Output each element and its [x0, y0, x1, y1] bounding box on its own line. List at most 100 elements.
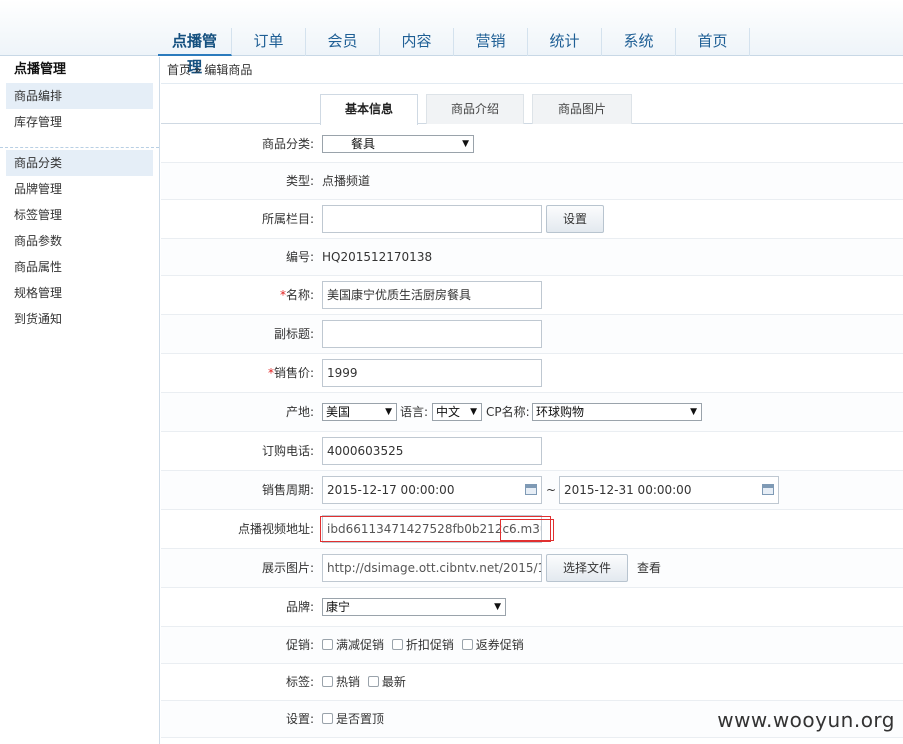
row-tags: 标签: 热销 最新	[161, 664, 903, 701]
row-name: *名称: 美国康宁优质生活厨房餐具	[161, 276, 903, 315]
row-subtitle: 副标题:	[161, 315, 903, 354]
sidebar-title: 点播管理	[14, 62, 67, 77]
chevron-down-icon: ▼	[470, 407, 477, 417]
nav-tab-system[interactable]: 系统	[602, 28, 676, 56]
name-input[interactable]: 美国康宁优质生活厨房餐具	[322, 281, 542, 309]
sidebar-item-specs[interactable]: 规格管理	[0, 280, 159, 306]
row-type: 类型: 点播频道	[161, 163, 903, 200]
price-input[interactable]: 1999	[322, 359, 542, 387]
form-tabs: 基本信息 商品介绍 商品图片	[161, 84, 903, 125]
sidebar-item-brand[interactable]: 品牌管理	[0, 176, 159, 202]
row-promo: 促销: 满减促销 折扣促销 返券促销	[161, 627, 903, 664]
promo-option[interactable]: 折扣促销	[391, 638, 454, 652]
phone-input[interactable]: 4000603525	[322, 437, 542, 465]
origin-select[interactable]: 美国 ▼	[322, 403, 397, 421]
price-label: *销售价:	[267, 366, 314, 380]
category-label: 商品分类:	[261, 137, 314, 151]
watermark: www.wooyun.org	[717, 708, 895, 732]
sidebar-item-params[interactable]: 商品参数	[0, 228, 159, 254]
chevron-down-icon: ▼	[690, 407, 697, 417]
choose-file-button[interactable]: 选择文件	[546, 554, 628, 582]
sidebar-item-arrival-notice[interactable]: 到货通知	[0, 306, 159, 332]
chevron-down-icon: ▼	[385, 407, 392, 417]
tab-basic-info[interactable]: 基本信息	[320, 94, 418, 125]
top-nav: 点播管理 订单 会员 内容 营销 统计 系统 首页	[0, 0, 903, 76]
subtitle-input[interactable]	[322, 320, 542, 348]
column-input[interactable]	[322, 205, 542, 233]
sidebar-item-category[interactable]: 商品分类	[6, 150, 153, 176]
period-tilde: ~	[546, 483, 557, 497]
top-nav-tabs: 点播管理 订单 会员 内容 营销 统计 系统 首页	[158, 28, 750, 76]
image-label: 展示图片:	[261, 561, 314, 575]
sidebar-item-inventory[interactable]: 库存管理	[0, 109, 159, 135]
breadcrumb-current: 编辑商品	[204, 63, 253, 77]
row-price: *销售价: 1999	[161, 354, 903, 393]
view-link[interactable]: 查看	[637, 549, 661, 587]
row-image: 展示图片: http://dsimage.ott.cibntv.net/2015…	[161, 549, 903, 588]
cp-name-select[interactable]: 环球购物 ▼	[532, 403, 702, 421]
nav-tab-stats[interactable]: 统计	[528, 28, 602, 56]
checkbox[interactable]	[322, 713, 333, 724]
checkbox[interactable]	[367, 676, 379, 687]
promo-option[interactable]: 返券促销	[461, 638, 524, 652]
brand-label: 品牌:	[285, 600, 314, 614]
origin-label: 产地:	[285, 405, 314, 419]
code-value: HQ201512170138	[322, 250, 433, 264]
calendar-icon[interactable]	[762, 484, 774, 495]
promo-label: 促销:	[285, 638, 314, 652]
row-period: 销售周期: 2015-12-17 00:00:00 ~ 2015-12-31 0…	[161, 471, 903, 510]
subtitle-label: 副标题:	[273, 327, 314, 341]
sidebar-item-tags[interactable]: 标签管理	[0, 202, 159, 228]
product-form: 商品分类: 餐具 ▼ 类型: 点播频道 所属栏目: 设置 编号: HQ20151…	[161, 125, 903, 738]
tags-label: 标签:	[285, 675, 314, 689]
breadcrumb-home[interactable]: 首页	[167, 63, 191, 77]
nav-tab-vod[interactable]: 点播管理	[158, 28, 232, 76]
highlight-box	[500, 519, 554, 541]
tag-option[interactable]: 热销	[322, 675, 360, 689]
sidebar: 点播管理 商品编排 库存管理 商品分类 品牌管理 标签管理 商品参数 商品属性 …	[0, 57, 160, 744]
code-label: 编号:	[285, 250, 314, 264]
tag-option[interactable]: 最新	[367, 675, 406, 689]
pin-top-option[interactable]: 是否置顶	[322, 712, 384, 726]
period-start-input[interactable]: 2015-12-17 00:00:00	[322, 476, 542, 504]
language-select[interactable]: 中文 ▼	[432, 403, 482, 421]
breadcrumb-separator: »	[194, 63, 202, 77]
row-origin: 产地: 美国 ▼ 语言: 中文 ▼ CP名称: 环球购物 ▼	[161, 393, 903, 432]
category-value: 餐具	[351, 137, 376, 151]
promo-option[interactable]: 满减促销	[322, 638, 384, 652]
checkbox[interactable]	[322, 676, 333, 687]
brand-select[interactable]: 康宁 ▼	[322, 598, 506, 616]
row-video: 点播视频地址: ibd66113471427528fb0b212c6.m3u8	[161, 510, 903, 549]
tag-options: 热销 最新	[322, 664, 410, 701]
type-label: 类型:	[285, 174, 314, 188]
row-phone: 订购电话: 4000603525	[161, 432, 903, 471]
type-value: 点播频道	[322, 174, 371, 188]
row-brand: 品牌: 康宁 ▼	[161, 588, 903, 627]
row-category: 商品分类: 餐具 ▼	[161, 125, 903, 163]
column-label: 所属栏目:	[261, 212, 314, 226]
tab-product-images[interactable]: 商品图片	[532, 94, 632, 124]
video-label: 点播视频地址:	[237, 522, 314, 536]
phone-label: 订购电话:	[261, 444, 314, 458]
calendar-icon[interactable]	[525, 484, 537, 495]
column-set-button[interactable]: 设置	[546, 205, 604, 233]
category-select[interactable]: 餐具 ▼	[322, 135, 474, 153]
nav-tab-members[interactable]: 会员	[306, 28, 380, 56]
period-label: 销售周期:	[261, 483, 314, 497]
sidebar-item-product-arrange[interactable]: 商品编排	[6, 83, 153, 109]
tab-product-intro[interactable]: 商品介绍	[426, 94, 524, 124]
nav-tab-marketing[interactable]: 营销	[454, 28, 528, 56]
name-label: *名称:	[279, 288, 314, 302]
period-end-input[interactable]: 2015-12-31 00:00:00	[559, 476, 779, 504]
checkbox[interactable]	[391, 639, 403, 650]
settings-options: 是否置顶	[322, 701, 388, 738]
checkbox[interactable]	[461, 639, 473, 650]
image-url-input[interactable]: http://dsimage.ott.cibntv.net/2015/12	[322, 554, 542, 582]
language-label: 语言:	[400, 405, 429, 419]
row-column: 所属栏目: 设置	[161, 200, 903, 239]
nav-tab-content[interactable]: 内容	[380, 28, 454, 56]
nav-tab-orders[interactable]: 订单	[232, 28, 306, 56]
sidebar-item-attributes[interactable]: 商品属性	[0, 254, 159, 280]
checkbox[interactable]	[322, 639, 333, 650]
nav-tab-home[interactable]: 首页	[676, 28, 750, 56]
